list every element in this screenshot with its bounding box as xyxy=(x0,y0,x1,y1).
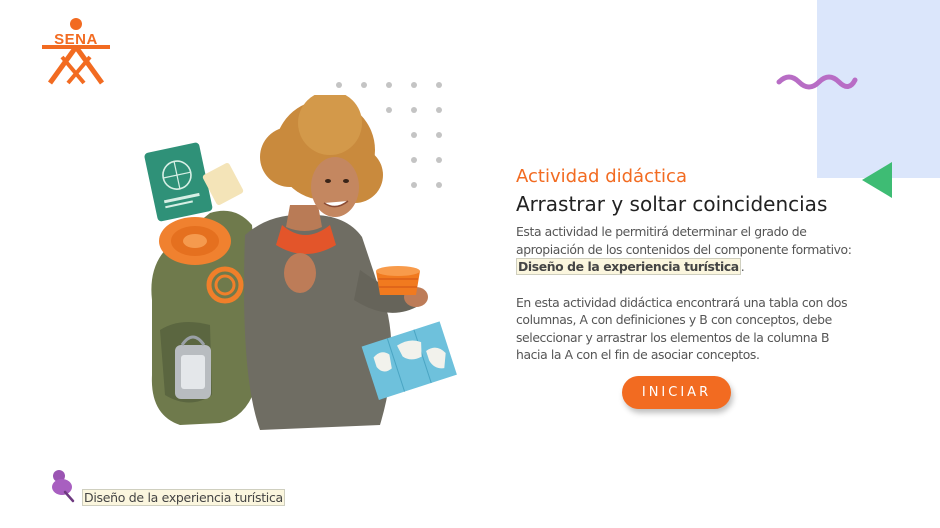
traveler-illustration xyxy=(144,95,457,430)
activity-instructions: En esta actividad didáctica encontrará u… xyxy=(516,294,848,363)
intro-period: . xyxy=(740,259,745,274)
sena-logo: SENA xyxy=(40,17,112,87)
start-button[interactable]: INICIAR xyxy=(622,376,731,409)
pushpin-icon xyxy=(52,470,75,503)
intro-text: Esta actividad le permitirá determinar e… xyxy=(516,224,852,257)
activity-title: Arrastrar y soltar coincidencias xyxy=(516,192,828,216)
component-name: Diseño de la experiencia turística xyxy=(516,258,741,275)
activity-label: Actividad didáctica xyxy=(516,166,687,187)
logo-text: SENA xyxy=(54,31,98,48)
activity-description: Esta actividad le permitirá determinar e… xyxy=(516,223,861,276)
footer-component-label: Diseño de la experiencia turística xyxy=(82,489,285,506)
activity-intro: Actividad didáctica Arrastrar y soltar c… xyxy=(516,166,861,364)
wave-icon xyxy=(776,74,858,90)
triangle-icon xyxy=(862,162,892,198)
